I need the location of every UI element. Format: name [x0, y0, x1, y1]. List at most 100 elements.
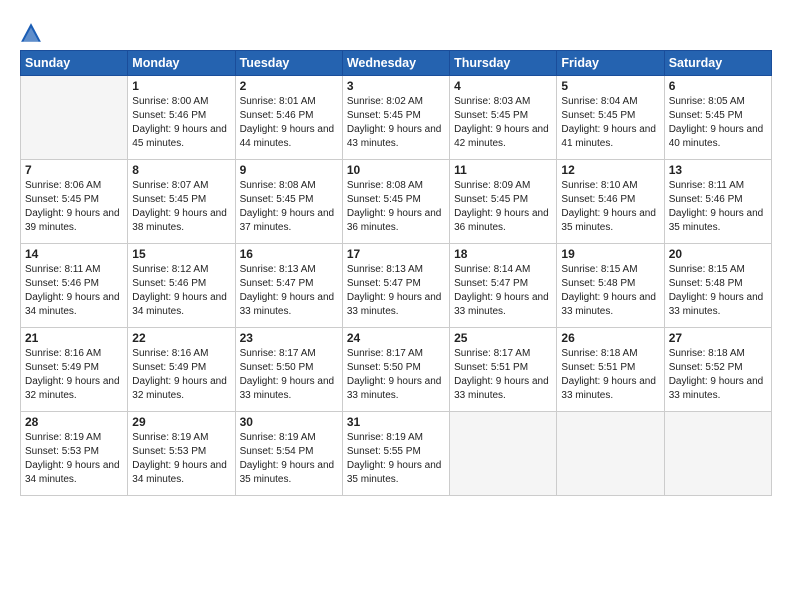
weekday-header-monday: Monday: [128, 51, 235, 76]
cell-details: Sunrise: 8:00 AMSunset: 5:46 PMDaylight:…: [132, 95, 230, 151]
calendar-cell: 6 Sunrise: 8:05 AMSunset: 5:45 PMDaylight…: [664, 76, 771, 160]
calendar-cell: 11 Sunrise: 8:09 AMSunset: 5:45 PMDayligh…: [450, 160, 557, 244]
cell-details: Sunrise: 8:11 AMSunset: 5:46 PMDaylight:…: [25, 263, 123, 319]
calendar-cell: 4Sunrise: 8:03 AMSunset: 5:45 PMDaylight…: [450, 76, 557, 160]
cell-details: Sunrise: 8:19 AMSunset: 5:53 PMDaylight:…: [132, 431, 230, 487]
calendar-cell: 2Sunrise: 8:01 AMSunset: 5:46 PMDaylight…: [235, 76, 342, 160]
calendar-cell: 28 Sunrise: 8:19 AMSunset: 5:53 PMDayligh…: [21, 412, 128, 496]
cell-details: Sunrise: 8:18 AMSunset: 5:51 PMDaylight:…: [561, 347, 659, 403]
day-number: 22: [132, 331, 230, 345]
calendar-cell: 21Sunrise: 8:16 AMSunset: 5:49 PMDayligh…: [21, 328, 128, 412]
day-number: 23: [240, 331, 338, 345]
day-number: 25: [454, 331, 552, 345]
calendar-cell: 13 Sunrise: 8:11 AMSunset: 5:46 PMDayligh…: [664, 160, 771, 244]
cell-details: Sunrise: 8:05 AMSunset: 5:45 PMDaylight:…: [669, 95, 767, 151]
day-number: 6: [669, 79, 767, 93]
calendar-cell: 23 Sunrise: 8:17 AMSunset: 5:50 PMDayligh…: [235, 328, 342, 412]
day-number: 9: [240, 163, 338, 177]
general-blue-icon: [20, 22, 42, 44]
day-number: 10: [347, 163, 445, 177]
calendar-cell: 15 Sunrise: 8:12 AMSunset: 5:46 PMDayligh…: [128, 244, 235, 328]
logo: [20, 22, 44, 44]
cell-details: Sunrise: 8:08 AMSunset: 5:45 PMDaylight:…: [347, 179, 445, 235]
cell-details: Sunrise: 8:07 AMSunset: 5:45 PMDaylight:…: [132, 179, 230, 235]
day-number: 31: [347, 415, 445, 429]
cell-details: Sunrise: 8:13 AMSunset: 5:47 PMDaylight:…: [347, 263, 445, 319]
calendar-cell: 29 Sunrise: 8:19 AMSunset: 5:53 PMDayligh…: [128, 412, 235, 496]
day-number: 30: [240, 415, 338, 429]
calendar-cell: [557, 412, 664, 496]
cell-details: Sunrise: 8:11 AMSunset: 5:46 PMDaylight:…: [669, 179, 767, 235]
calendar-header-row: SundayMondayTuesdayWednesdayThursdayFrid…: [21, 51, 772, 76]
calendar-cell: 10 Sunrise: 8:08 AMSunset: 5:45 PMDayligh…: [342, 160, 449, 244]
calendar-cell: 7Sunrise: 8:06 AMSunset: 5:45 PMDaylight…: [21, 160, 128, 244]
day-number: 5: [561, 79, 659, 93]
weekday-header-tuesday: Tuesday: [235, 51, 342, 76]
cell-details: Sunrise: 8:02 AMSunset: 5:45 PMDaylight:…: [347, 95, 445, 151]
weekday-header-wednesday: Wednesday: [342, 51, 449, 76]
calendar-cell: 12 Sunrise: 8:10 AMSunset: 5:46 PMDayligh…: [557, 160, 664, 244]
weekday-header-saturday: Saturday: [664, 51, 771, 76]
day-number: 17: [347, 247, 445, 261]
calendar-cell: 31 Sunrise: 8:19 AMSunset: 5:55 PMDayligh…: [342, 412, 449, 496]
calendar-cell: 27Sunrise: 8:18 AMSunset: 5:52 PMDayligh…: [664, 328, 771, 412]
cell-details: Sunrise: 8:17 AMSunset: 5:50 PMDaylight:…: [347, 347, 445, 403]
day-number: 18: [454, 247, 552, 261]
cell-details: Sunrise: 8:19 AMSunset: 5:53 PMDaylight:…: [25, 431, 123, 487]
calendar-cell: [450, 412, 557, 496]
calendar-week-1: 1Sunrise: 8:00 AMSunset: 5:46 PMDaylight…: [21, 76, 772, 160]
cell-details: Sunrise: 8:06 AMSunset: 5:45 PMDaylight:…: [25, 179, 123, 235]
calendar-week-4: 21 Sunrise: 8:16 AMSunset: 5:49 PMDayligh…: [21, 328, 772, 412]
day-number: 19: [561, 247, 659, 261]
day-number: 24: [347, 331, 445, 345]
day-number: 21: [25, 331, 123, 345]
calendar-cell: 26Sunrise: 8:18 AMSunset: 5:51 PMDayligh…: [557, 328, 664, 412]
calendar-table: SundayMondayTuesdayWednesdayThursdayFrid…: [20, 50, 772, 496]
cell-details: Sunrise: 8:17 AMSunset: 5:51 PMDaylight:…: [454, 347, 552, 403]
calendar-cell: 14Sunrise: 8:11 AMSunset: 5:46 PMDayligh…: [21, 244, 128, 328]
day-number: 29: [132, 415, 230, 429]
day-number: 11: [454, 163, 552, 177]
day-number: 4: [454, 79, 552, 93]
calendar-cell: 24 Sunrise: 8:17 AMSunset: 5:50 PMDayligh…: [342, 328, 449, 412]
calendar-week-3: 14Sunrise: 8:11 AMSunset: 5:46 PMDayligh…: [21, 244, 772, 328]
cell-details: Sunrise: 8:12 AMSunset: 5:46 PMDaylight:…: [132, 263, 230, 319]
cell-details: Sunrise: 8:13 AMSunset: 5:47 PMDaylight:…: [240, 263, 338, 319]
day-number: 13: [669, 163, 767, 177]
day-number: 12: [561, 163, 659, 177]
calendar-cell: 25 Sunrise: 8:17 AMSunset: 5:51 PMDayligh…: [450, 328, 557, 412]
day-number: 2: [240, 79, 338, 93]
cell-details: Sunrise: 8:16 AMSunset: 5:49 PMDaylight:…: [132, 347, 230, 403]
page: SundayMondayTuesdayWednesdayThursdayFrid…: [0, 0, 792, 612]
calendar-cell: 8 Sunrise: 8:07 AMSunset: 5:45 PMDaylight…: [128, 160, 235, 244]
calendar-cell: [21, 76, 128, 160]
calendar-cell: 18 Sunrise: 8:14 AMSunset: 5:47 PMDayligh…: [450, 244, 557, 328]
weekday-header-friday: Friday: [557, 51, 664, 76]
calendar-cell: 17 Sunrise: 8:13 AMSunset: 5:47 PMDayligh…: [342, 244, 449, 328]
day-number: 3: [347, 79, 445, 93]
cell-details: Sunrise: 8:19 AMSunset: 5:55 PMDaylight:…: [347, 431, 445, 487]
day-number: 16: [240, 247, 338, 261]
calendar-cell: 30 Sunrise: 8:19 AMSunset: 5:54 PMDayligh…: [235, 412, 342, 496]
day-number: 28: [25, 415, 123, 429]
day-number: 20: [669, 247, 767, 261]
cell-details: Sunrise: 8:08 AMSunset: 5:45 PMDaylight:…: [240, 179, 338, 235]
calendar-cell: 9 Sunrise: 8:08 AMSunset: 5:45 PMDaylight…: [235, 160, 342, 244]
day-number: 8: [132, 163, 230, 177]
calendar-cell: 3 Sunrise: 8:02 AMSunset: 5:45 PMDaylight…: [342, 76, 449, 160]
calendar-week-5: 28 Sunrise: 8:19 AMSunset: 5:53 PMDayligh…: [21, 412, 772, 496]
weekday-header-thursday: Thursday: [450, 51, 557, 76]
cell-details: Sunrise: 8:19 AMSunset: 5:54 PMDaylight:…: [240, 431, 338, 487]
cell-details: Sunrise: 8:04 AMSunset: 5:45 PMDaylight:…: [561, 95, 659, 151]
cell-details: Sunrise: 8:17 AMSunset: 5:50 PMDaylight:…: [240, 347, 338, 403]
calendar-cell: 16 Sunrise: 8:13 AMSunset: 5:47 PMDayligh…: [235, 244, 342, 328]
day-number: 27: [669, 331, 767, 345]
cell-details: Sunrise: 8:10 AMSunset: 5:46 PMDaylight:…: [561, 179, 659, 235]
cell-details: Sunrise: 8:14 AMSunset: 5:47 PMDaylight:…: [454, 263, 552, 319]
calendar-cell: 20Sunrise: 8:15 AMSunset: 5:48 PMDayligh…: [664, 244, 771, 328]
calendar-cell: 22 Sunrise: 8:16 AMSunset: 5:49 PMDayligh…: [128, 328, 235, 412]
day-number: 15: [132, 247, 230, 261]
weekday-header-sunday: Sunday: [21, 51, 128, 76]
cell-details: Sunrise: 8:09 AMSunset: 5:45 PMDaylight:…: [454, 179, 552, 235]
calendar-cell: 1Sunrise: 8:00 AMSunset: 5:46 PMDaylight…: [128, 76, 235, 160]
